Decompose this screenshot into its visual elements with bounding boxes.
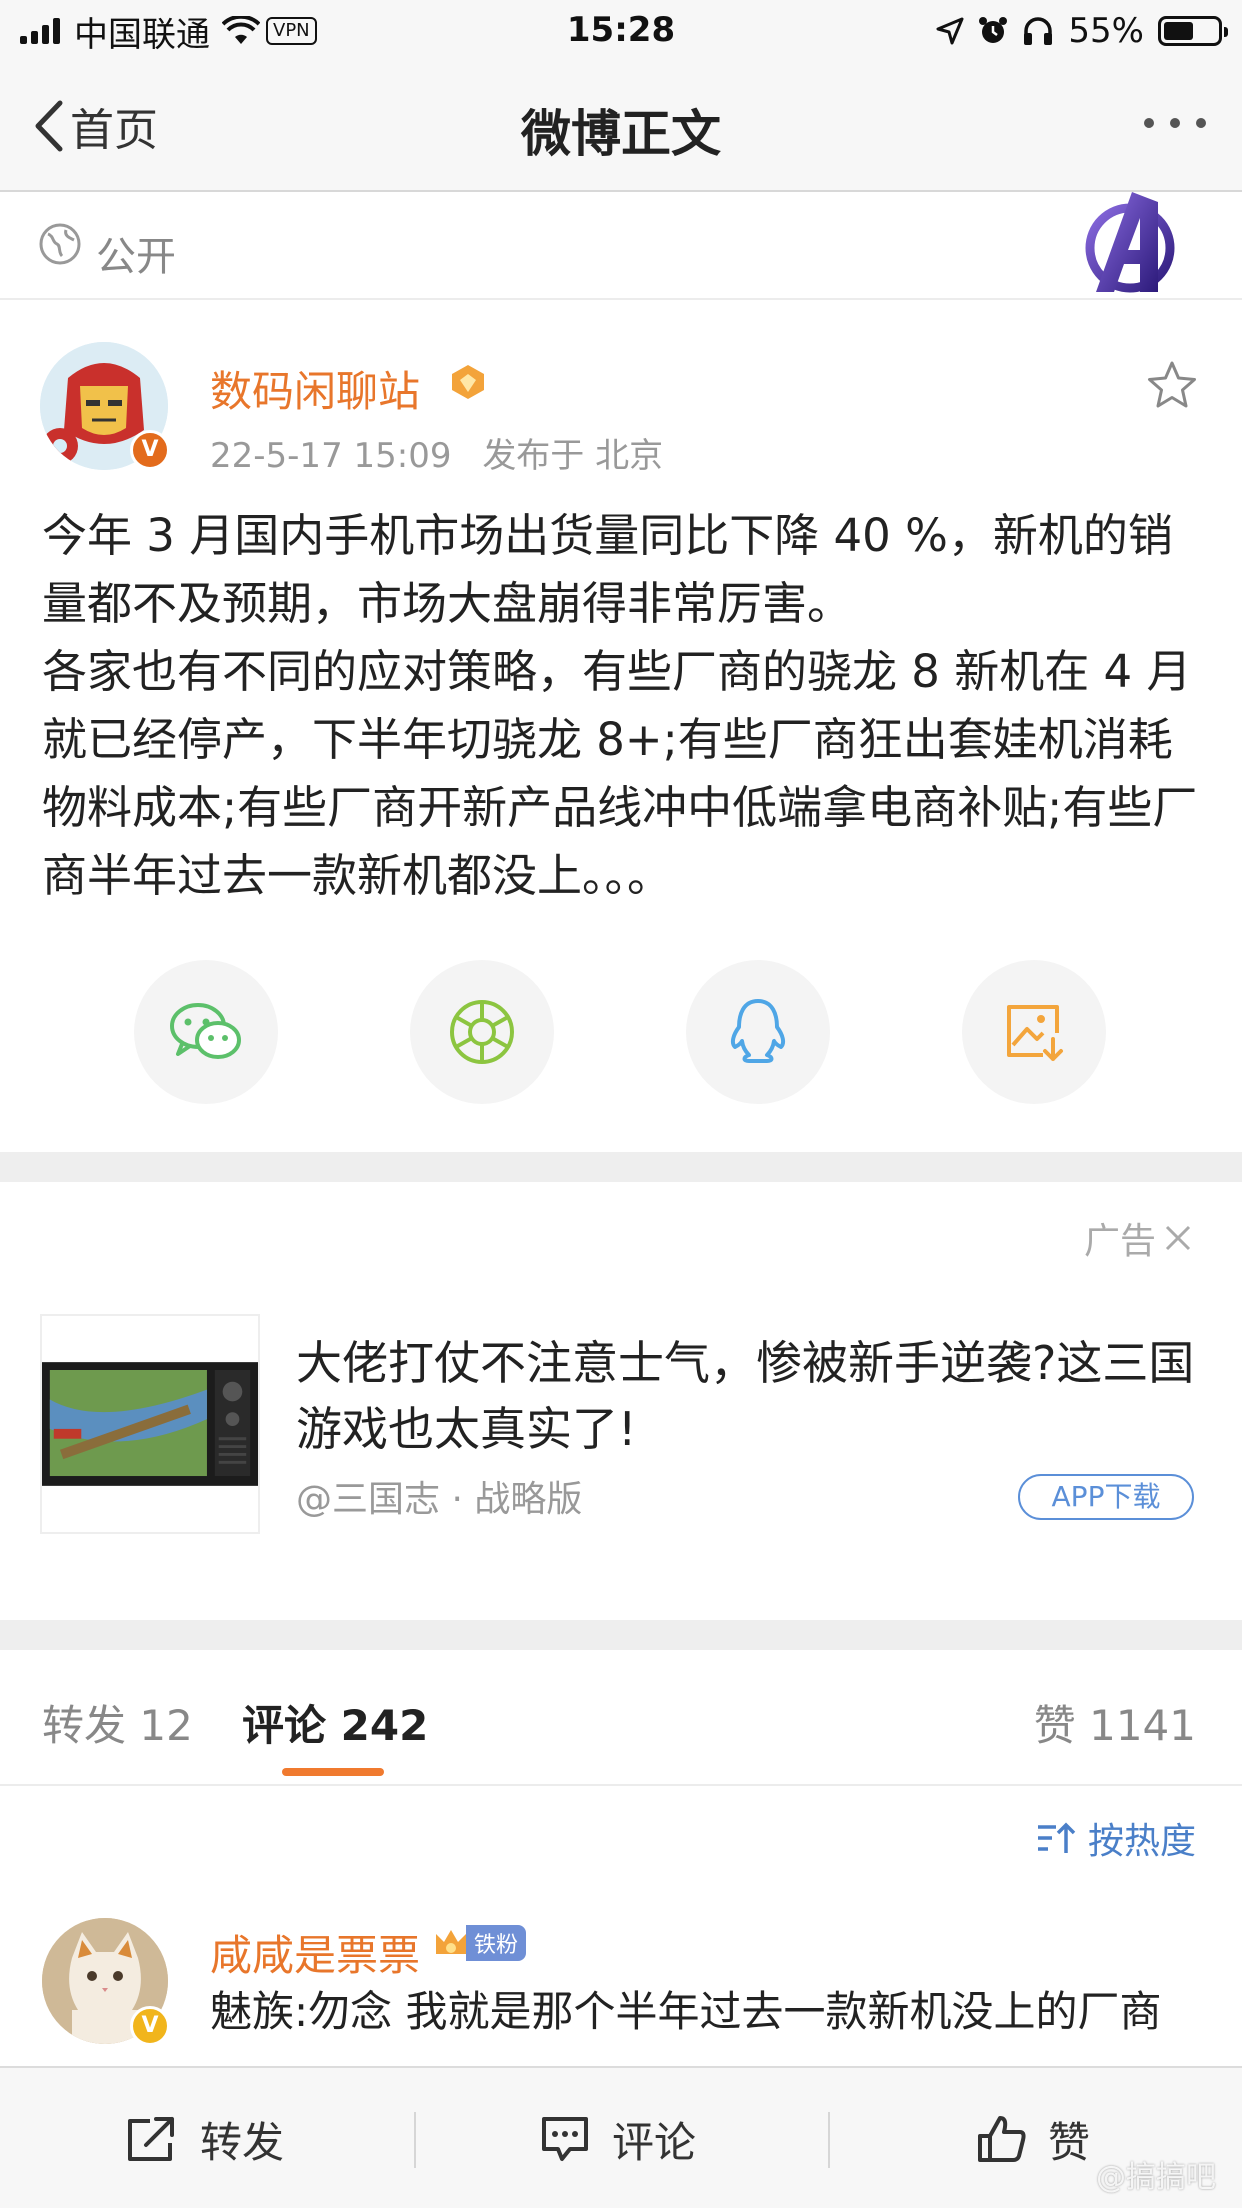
comment-button[interactable]: 评论 bbox=[540, 2068, 696, 2208]
ad-source[interactable]: @三国志 · 战略版 bbox=[296, 1470, 582, 1522]
alarm-icon bbox=[979, 17, 1008, 43]
tab-reposts[interactable]: 转发 12 bbox=[42, 1692, 193, 1753]
location-arrow-icon bbox=[936, 17, 964, 45]
app-download-button[interactable]: APP下载 bbox=[1018, 1474, 1194, 1520]
author-name[interactable]: 数码闲聊站 bbox=[210, 358, 420, 419]
thumbs-up-icon bbox=[978, 2116, 1026, 2162]
wechat-icon bbox=[170, 1003, 241, 1059]
status-bar: 中国联通 VPN 15:28 55% bbox=[0, 0, 1242, 62]
sort-label: 按热度 bbox=[1087, 1821, 1196, 1862]
headphones-icon bbox=[1024, 17, 1053, 45]
crown-icon bbox=[436, 1930, 466, 1954]
share-moments-button[interactable] bbox=[410, 960, 554, 1104]
post-timestamp: 22-5-17 15:09 bbox=[210, 436, 452, 476]
active-tab-indicator bbox=[282, 1768, 384, 1776]
post-meta: 22-5-17 15:09 发布于 北京 bbox=[210, 428, 663, 477]
more-icon[interactable] bbox=[1144, 118, 1206, 128]
save-image-button[interactable] bbox=[962, 960, 1106, 1104]
visibility-label: 公开 bbox=[96, 234, 176, 280]
like-button[interactable]: 赞 bbox=[976, 2068, 1090, 2208]
comment-label: 评论 bbox=[612, 2117, 697, 2167]
share-wechat-button[interactable] bbox=[134, 960, 278, 1104]
save-image-icon bbox=[1007, 1005, 1063, 1061]
nav-bar: 首页 微博正文 bbox=[0, 62, 1242, 192]
interaction-tabs: 转发 12 评论 242 赞 1141 bbox=[0, 1650, 1242, 1786]
repost-label: 转发 bbox=[200, 2117, 285, 2167]
ad-label-text: 广告 bbox=[1083, 1221, 1156, 1262]
battery-icon bbox=[1158, 16, 1228, 46]
section-divider bbox=[0, 1620, 1242, 1650]
sort-icon bbox=[1037, 1822, 1076, 1853]
verified-badge: V bbox=[130, 430, 170, 470]
like-label: 赞 bbox=[1048, 2117, 1091, 2167]
toolbar-divider bbox=[828, 2112, 830, 2168]
comment-text: 魅族:勿念 我就是那个半年过去一款新机没上的厂商 bbox=[210, 1987, 1162, 2036]
watermark: @搞搞吧 bbox=[1096, 2160, 1216, 2195]
post-location: 发布于 北京 bbox=[482, 436, 664, 476]
commenter-name[interactable]: 咸咸是票票 bbox=[210, 1922, 420, 1983]
comment-bubble-icon bbox=[542, 2117, 588, 2161]
fan-badge: 铁粉 bbox=[432, 1924, 527, 1962]
fan-badge-label: 铁粉 bbox=[466, 1925, 527, 1961]
globe-icon bbox=[39, 223, 81, 265]
sort-button[interactable]: 按热度 bbox=[1036, 1812, 1196, 1864]
commenter-verified-badge: V bbox=[130, 2006, 170, 2046]
tab-comments[interactable]: 评论 242 bbox=[242, 1692, 428, 1753]
bottom-toolbar: 转发 评论 赞 bbox=[0, 2066, 1242, 2208]
vip-badge-icon bbox=[452, 365, 484, 399]
section-divider bbox=[0, 1152, 1242, 1182]
ad-label[interactable]: 广告 bbox=[1084, 1212, 1192, 1264]
avengers-logo bbox=[1085, 192, 1175, 293]
star-icon[interactable] bbox=[1146, 360, 1198, 410]
visibility-row: 公开 bbox=[0, 192, 1242, 300]
close-icon[interactable] bbox=[1164, 1224, 1192, 1252]
toolbar-divider bbox=[414, 2112, 416, 2168]
battery-fill bbox=[1164, 22, 1193, 40]
moments-icon bbox=[450, 1000, 514, 1064]
tab-likes[interactable]: 赞 1141 bbox=[1034, 1692, 1196, 1753]
status-bar-right: 55% bbox=[936, 10, 1228, 52]
post-body: 今年 3 月国内手机市场出货量同比下降 40 %，新机的销量都不及预期，市场大盘… bbox=[42, 509, 1198, 902]
retro-tv-image bbox=[42, 1362, 258, 1486]
repost-button[interactable]: 转发 bbox=[126, 2068, 284, 2208]
page-title: 微博正文 bbox=[521, 105, 721, 163]
qq-icon bbox=[730, 999, 786, 1063]
share-qq-button[interactable] bbox=[686, 960, 830, 1104]
battery-percent: 55% bbox=[1068, 11, 1144, 51]
ad-title[interactable]: 大佬打仗不注意士气，惨被新手逆袭?这三国游戏也太真实了! bbox=[296, 1330, 1196, 1462]
ad-thumbnail[interactable] bbox=[40, 1314, 260, 1534]
share-arrow-icon bbox=[128, 2117, 174, 2161]
